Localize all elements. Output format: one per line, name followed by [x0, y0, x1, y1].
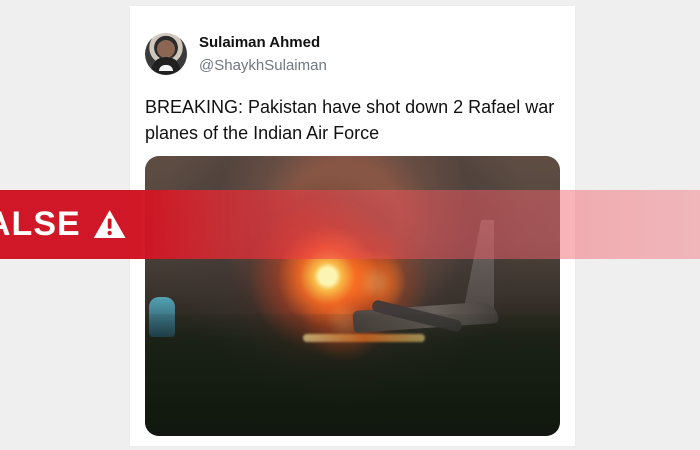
tweet-text: BREAKING: Pakistan have shot down 2 Rafa… — [145, 97, 555, 143]
tweet-header: Sulaiman Ahmed @ShaykhSulaiman — [145, 33, 327, 75]
screenshot-stage: Sulaiman Ahmed @ShaykhSulaiman BREAKING:… — [0, 0, 700, 450]
warning-icon — [93, 209, 126, 238]
author-handle[interactable]: @ShaykhSulaiman — [199, 57, 327, 75]
avatar[interactable] — [145, 33, 187, 75]
author-name[interactable]: Sulaiman Ahmed — [199, 34, 327, 52]
false-label: ALSE — [0, 205, 81, 243]
ground-shadow — [145, 314, 560, 436]
false-label-block: ALSE — [0, 190, 128, 259]
author-block: Sulaiman Ahmed @ShaykhSulaiman — [199, 34, 327, 75]
false-overlay-band: ALSE — [0, 190, 700, 259]
